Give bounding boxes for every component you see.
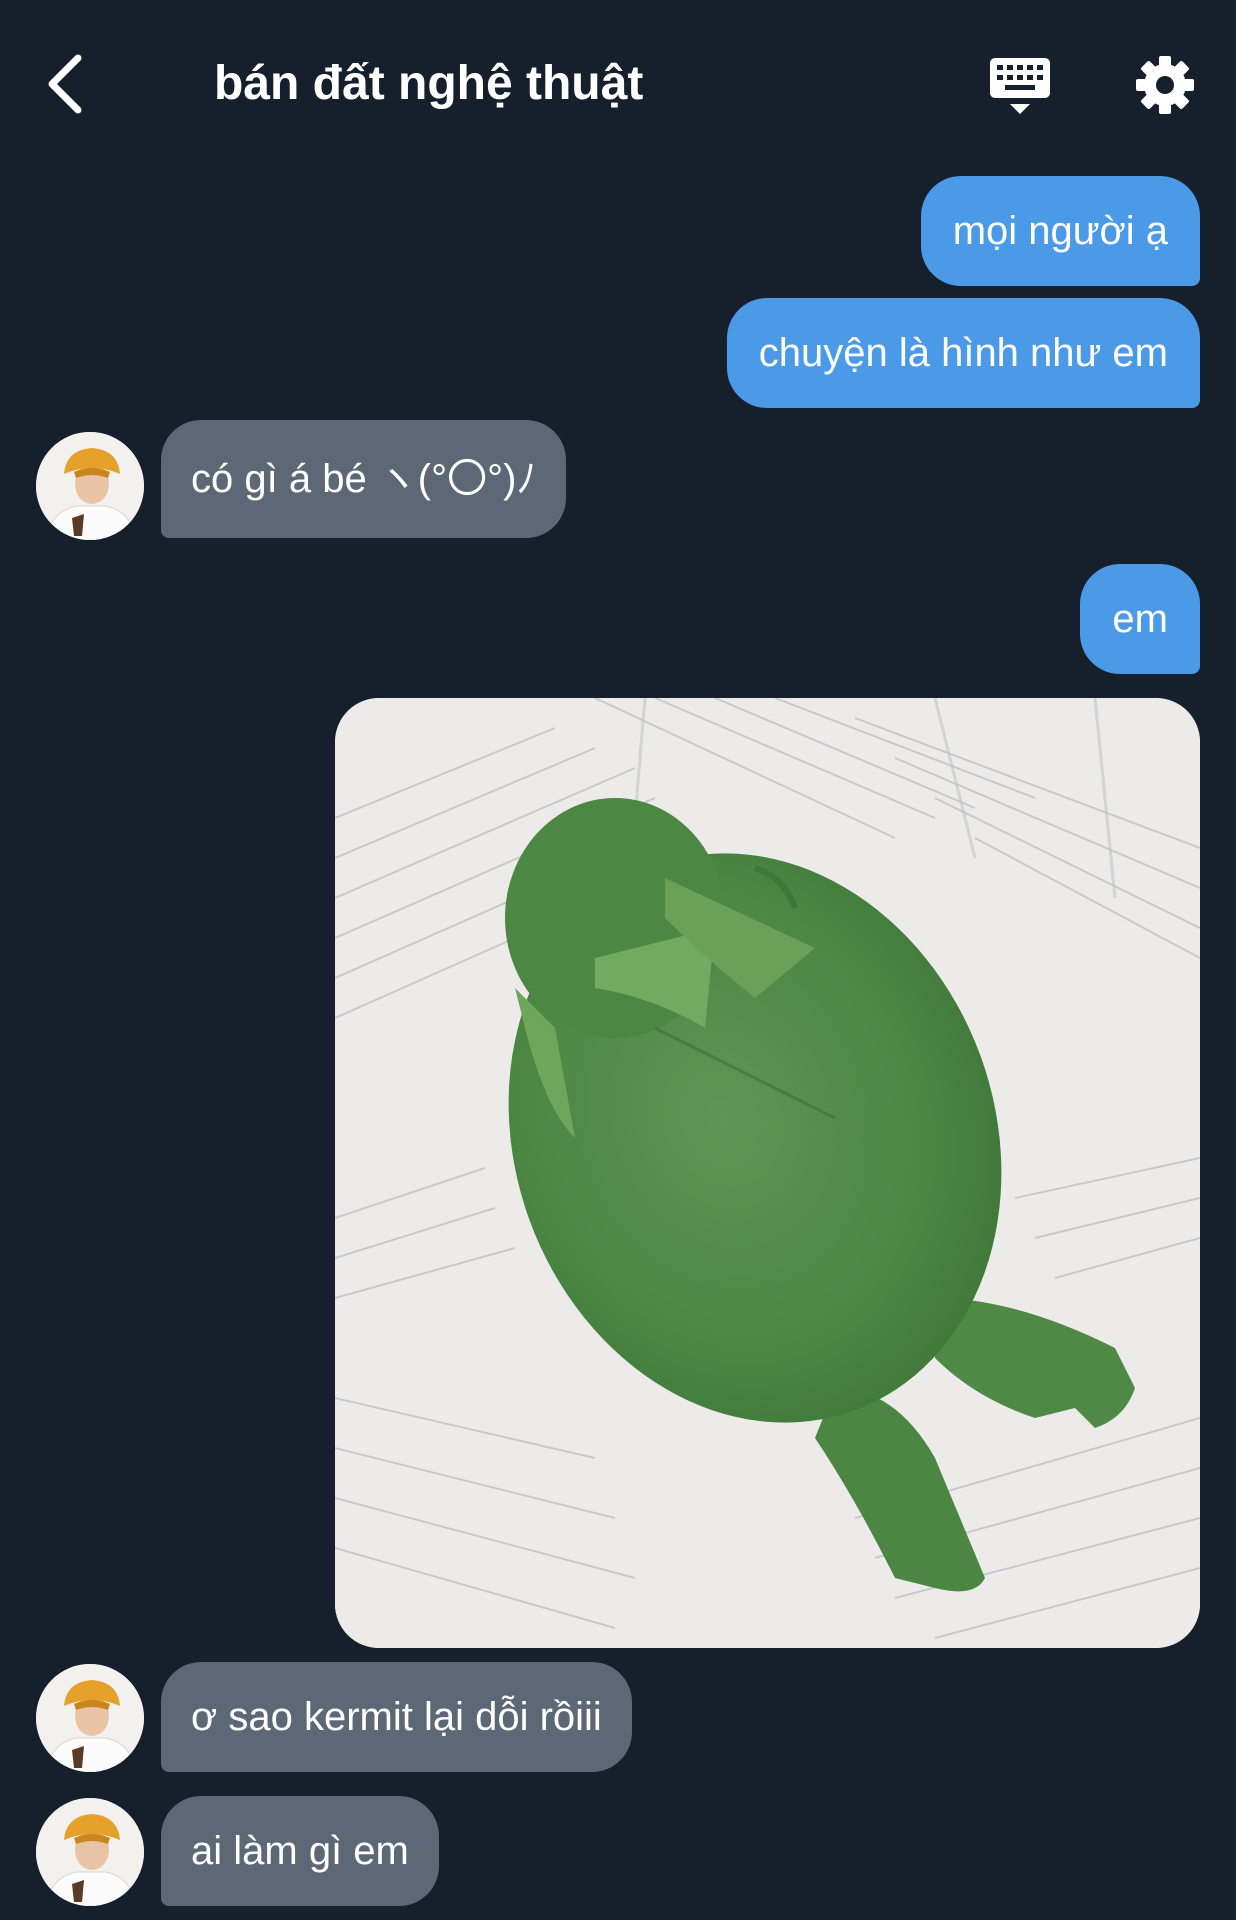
avatar[interactable]	[36, 432, 144, 540]
chat-header: bán đất nghệ thuật	[0, 0, 1236, 170]
keyboard-icon	[990, 58, 1050, 114]
settings-button[interactable]	[1134, 54, 1196, 116]
message-text: có gì á bé ヽ(°〇°)ﾉ	[191, 457, 537, 501]
message-text: ai làm gì em	[191, 1829, 409, 1873]
kermit-plush-photo	[335, 698, 1200, 1648]
gear-icon	[1136, 56, 1194, 114]
avatar-photo	[36, 1798, 144, 1906]
message-bubble-incoming[interactable]: có gì á bé ヽ(°〇°)ﾉ	[161, 420, 567, 538]
message-text: ơ sao kermit lại dỗi rồiii	[191, 1695, 602, 1739]
image-message[interactable]	[335, 698, 1200, 1648]
avatar[interactable]	[36, 1664, 144, 1772]
message-bubble-outgoing[interactable]: mọi người ạ	[920, 176, 1200, 286]
avatar-photo	[36, 432, 144, 540]
message-text: mọi người ạ	[952, 209, 1168, 253]
message-bubble-outgoing[interactable]: em	[1080, 564, 1200, 674]
avatar[interactable]	[36, 1798, 144, 1906]
message-bubble-incoming[interactable]: ơ sao kermit lại dỗi rồiii	[161, 1662, 632, 1772]
back-button[interactable]	[38, 48, 98, 120]
chat-title: bán đất nghệ thuật	[214, 57, 644, 110]
keyboard-button[interactable]	[988, 54, 1052, 118]
chevron-left-icon	[48, 54, 82, 114]
avatar-photo	[36, 1664, 144, 1772]
message-text: chuyện là hình như em	[758, 331, 1168, 375]
message-bubble-incoming[interactable]: ai làm gì em	[161, 1796, 439, 1906]
message-text: em	[1112, 597, 1168, 641]
message-bubble-outgoing[interactable]: chuyện là hình như em	[726, 298, 1200, 408]
